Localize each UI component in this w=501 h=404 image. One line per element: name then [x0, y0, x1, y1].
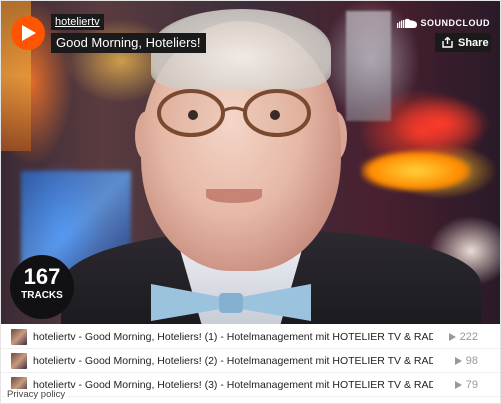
play-count-icon	[454, 356, 462, 365]
track-play-count: 98	[454, 354, 478, 367]
track-list-item-title: hoteliertv - Good Morning, Hoteliers! (2…	[33, 354, 433, 367]
soundcloud-logo[interactable]: SOUNDCLOUD	[396, 16, 491, 30]
artwork-bg-tower	[346, 11, 391, 121]
play-button[interactable]	[11, 16, 45, 50]
artwork-bg-neon-sign	[361, 151, 471, 191]
share-button[interactable]: Share	[435, 33, 491, 52]
username-link[interactable]: hoteliertv	[51, 14, 104, 30]
track-count-label: TRACKS	[21, 290, 63, 301]
artwork-person-glasses	[157, 89, 311, 137]
track-count-badge: 167 TRACKS	[10, 255, 74, 319]
track-list-item-title: hoteliertv - Good Morning, Hoteliers! (3…	[33, 378, 433, 391]
privacy-policy-link[interactable]: Privacy policy	[5, 389, 68, 400]
artwork-bg-neon-red	[391, 96, 491, 151]
track-list: hoteliertv - Good Morning, Hoteliers! (1…	[1, 325, 500, 397]
play-count-icon	[454, 380, 462, 389]
track-play-count: 222	[448, 330, 478, 343]
share-icon	[442, 37, 453, 48]
track-play-count-value: 79	[465, 378, 478, 391]
track-play-count-value: 98	[465, 354, 478, 367]
track-play-count-value: 222	[459, 330, 478, 343]
track-thumbnail	[11, 352, 27, 369]
track-title[interactable]: Good Morning, Hoteliers!	[51, 33, 206, 53]
play-count-icon	[448, 332, 456, 341]
track-list-item-title: hoteliertv - Good Morning, Hoteliers! (1…	[33, 330, 433, 343]
track-count: 167	[23, 264, 61, 289]
soundcloud-widget: hoteliertv Good Morning, Hoteliers! SOUN…	[0, 0, 501, 404]
track-play-count: 79	[454, 378, 478, 391]
track-thumbnail	[11, 328, 27, 345]
track-list-item[interactable]: hoteliertv - Good Morning, Hoteliers! (1…	[1, 325, 500, 349]
track-list-item[interactable]: hoteliertv - Good Morning, Hoteliers! (2…	[1, 349, 500, 373]
play-icon	[22, 25, 36, 41]
artwork-person-mouth	[206, 189, 262, 203]
share-label: Share	[458, 36, 489, 49]
soundcloud-brand-text: SOUNDCLOUD	[420, 18, 490, 28]
track-list-item[interactable]: hoteliertv - Good Morning, Hoteliers! (3…	[1, 373, 500, 397]
artwork-person-bowtie	[151, 284, 311, 321]
soundcloud-cloud-icon	[396, 18, 417, 28]
